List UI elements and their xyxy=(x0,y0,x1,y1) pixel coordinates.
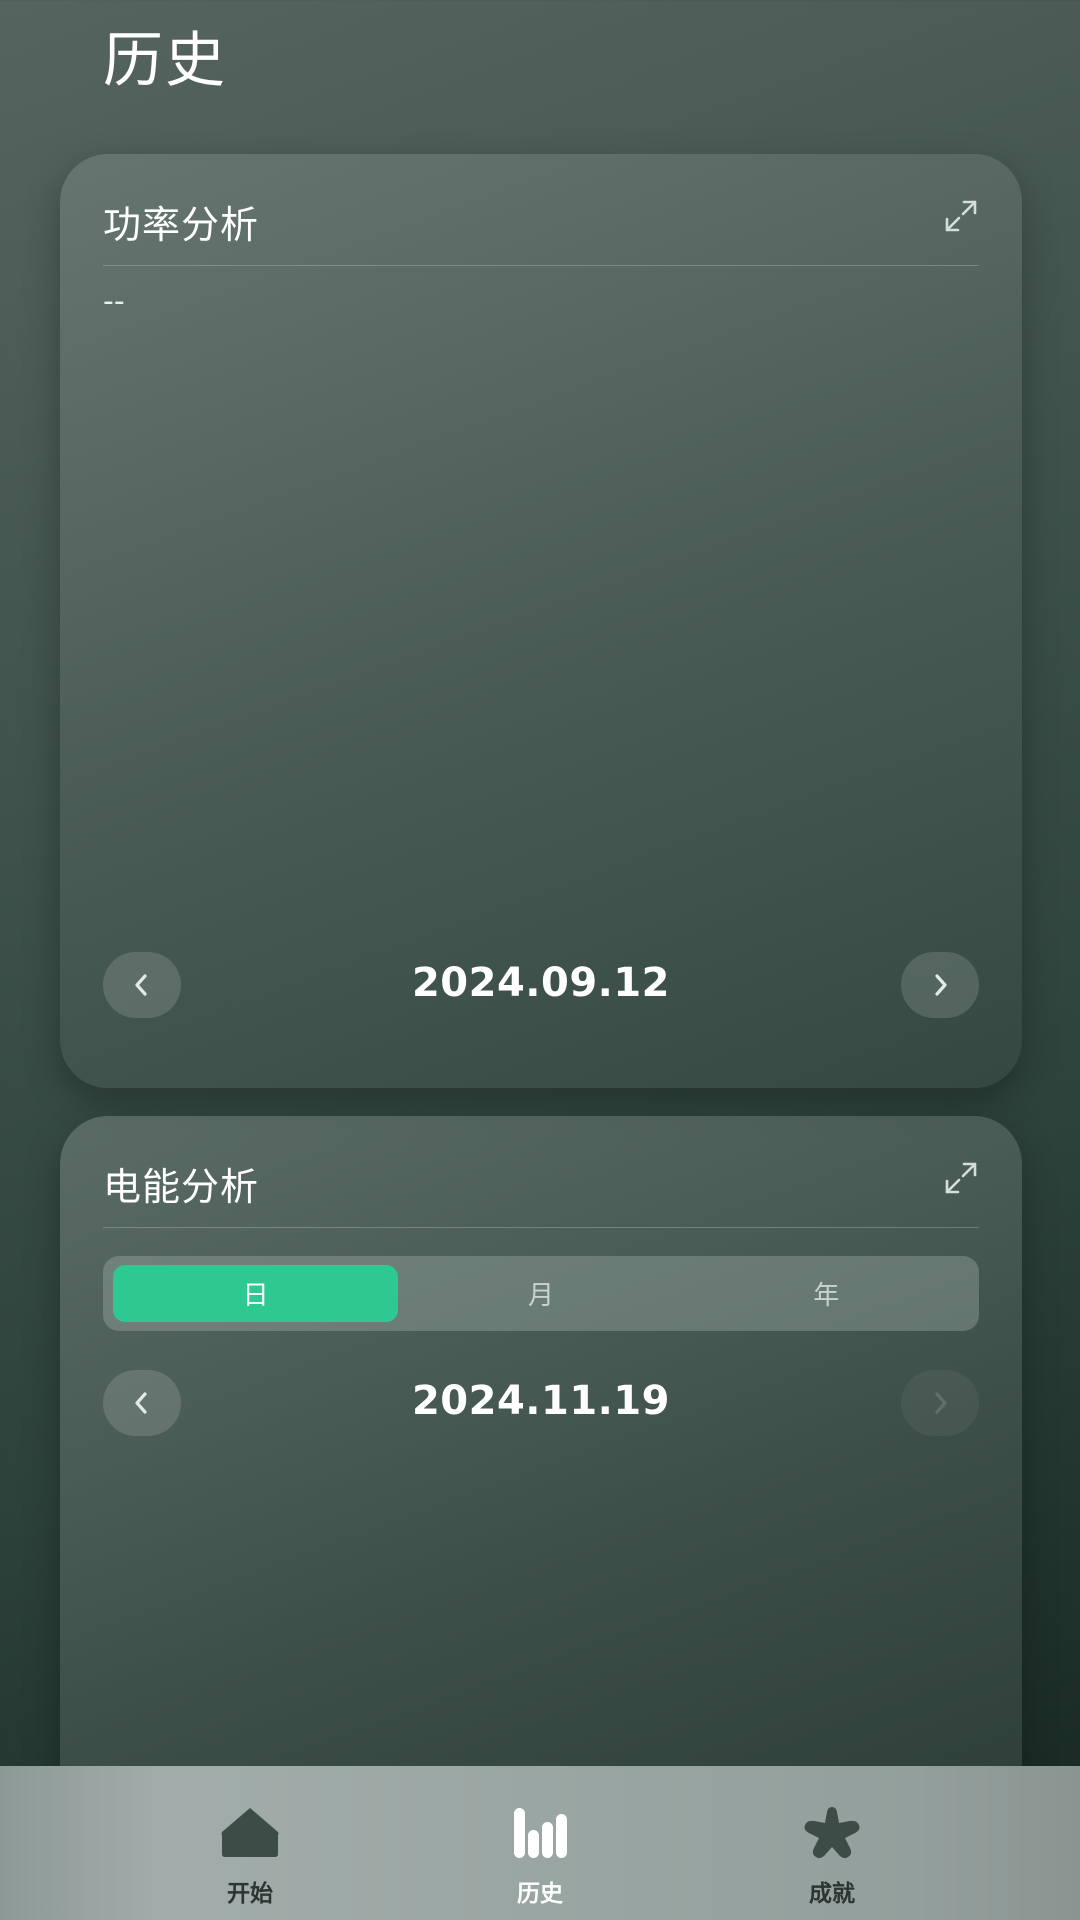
power-card-header: 功率分析 xyxy=(103,154,979,266)
expand-icon[interactable] xyxy=(943,198,979,234)
energy-card-header: 电能分析 xyxy=(103,1116,979,1228)
tab-achievements[interactable]: 成就 xyxy=(742,1766,922,1920)
tab-history[interactable]: 历史 xyxy=(450,1766,630,1920)
tab-label: 开始 xyxy=(227,1881,273,1907)
bar-chart-icon xyxy=(508,1804,572,1860)
energy-date-label: 2024.11.19 xyxy=(411,1378,671,1424)
segment-month[interactable]: 月 xyxy=(398,1265,683,1322)
chevron-right-icon xyxy=(935,974,947,996)
power-analysis-card: 功率分析 -- 2024.09.12 xyxy=(60,154,1022,1088)
energy-card-title: 电能分析 xyxy=(103,1165,260,1209)
period-segmented-control: 日 月 年 xyxy=(103,1256,979,1331)
segment-year[interactable]: 年 xyxy=(684,1265,969,1322)
chevron-right-icon xyxy=(935,1392,947,1414)
page-title: 历史 xyxy=(103,26,227,96)
star-icon xyxy=(800,1804,864,1860)
next-date-button[interactable] xyxy=(901,1370,979,1436)
next-date-button[interactable] xyxy=(901,952,979,1018)
tab-label: 历史 xyxy=(517,1881,563,1907)
bottom-tab-bar: 开始 历史 成就 xyxy=(0,1766,1080,1920)
home-icon xyxy=(218,1804,282,1860)
tab-label: 成就 xyxy=(809,1881,855,1907)
power-chart-empty: -- xyxy=(103,284,125,319)
power-card-title: 功率分析 xyxy=(103,203,260,247)
tab-start[interactable]: 开始 xyxy=(160,1766,340,1920)
expand-icon[interactable] xyxy=(943,1160,979,1196)
segment-day[interactable]: 日 xyxy=(113,1265,399,1322)
power-date-label: 2024.09.12 xyxy=(411,960,671,1006)
